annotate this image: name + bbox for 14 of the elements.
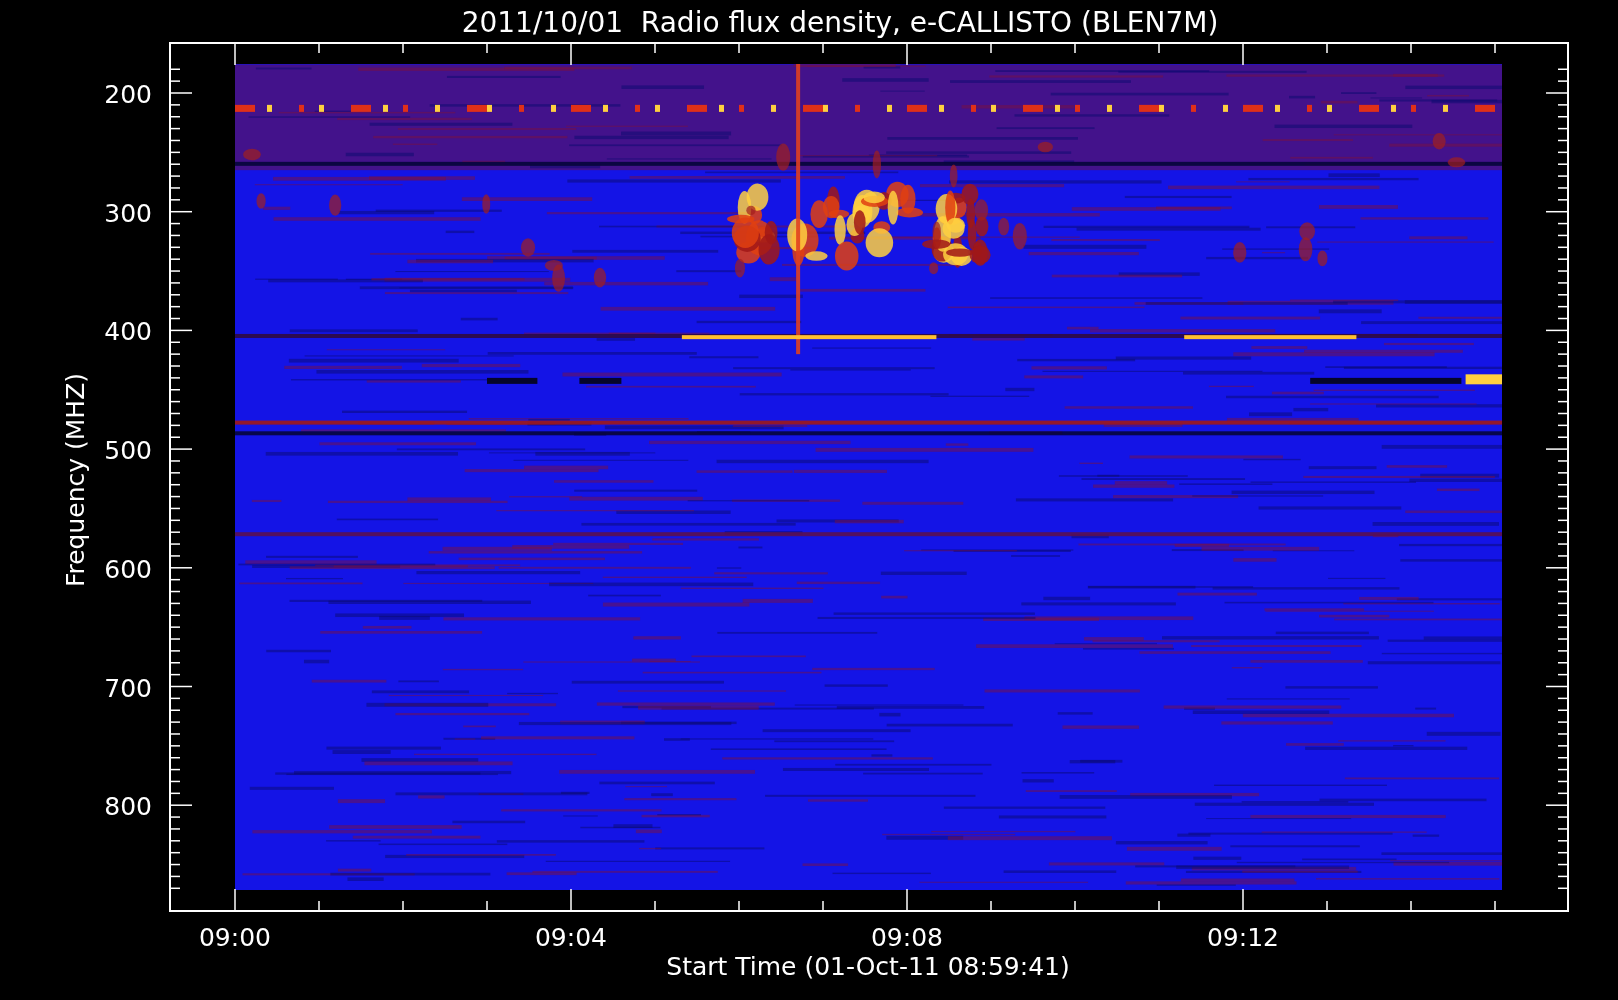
y-tick-label: 800 <box>104 792 152 822</box>
x-axis-label: Start Time (01-Oct-11 08:59:41) <box>666 952 1070 981</box>
chart-title: 2011/10/01 Radio flux density, e-CALLISTO (BLEN7M) <box>461 6 1219 39</box>
y-tick-label: 300 <box>104 198 152 228</box>
x-tick-label: 09:04 <box>535 923 607 952</box>
y-tick-label: 600 <box>104 554 152 584</box>
y-tick-label: 400 <box>104 317 152 347</box>
x-tick-label: 09:12 <box>1207 923 1279 952</box>
x-tick-label: 09:08 <box>871 923 943 952</box>
y-axis-label: Frequency (MHZ) <box>61 372 90 588</box>
y-tick-label: 200 <box>104 80 152 109</box>
y-tick-label: 700 <box>104 673 152 703</box>
x-tick-label: 09:00 <box>199 923 271 952</box>
y-tick-label: 500 <box>104 436 152 466</box>
